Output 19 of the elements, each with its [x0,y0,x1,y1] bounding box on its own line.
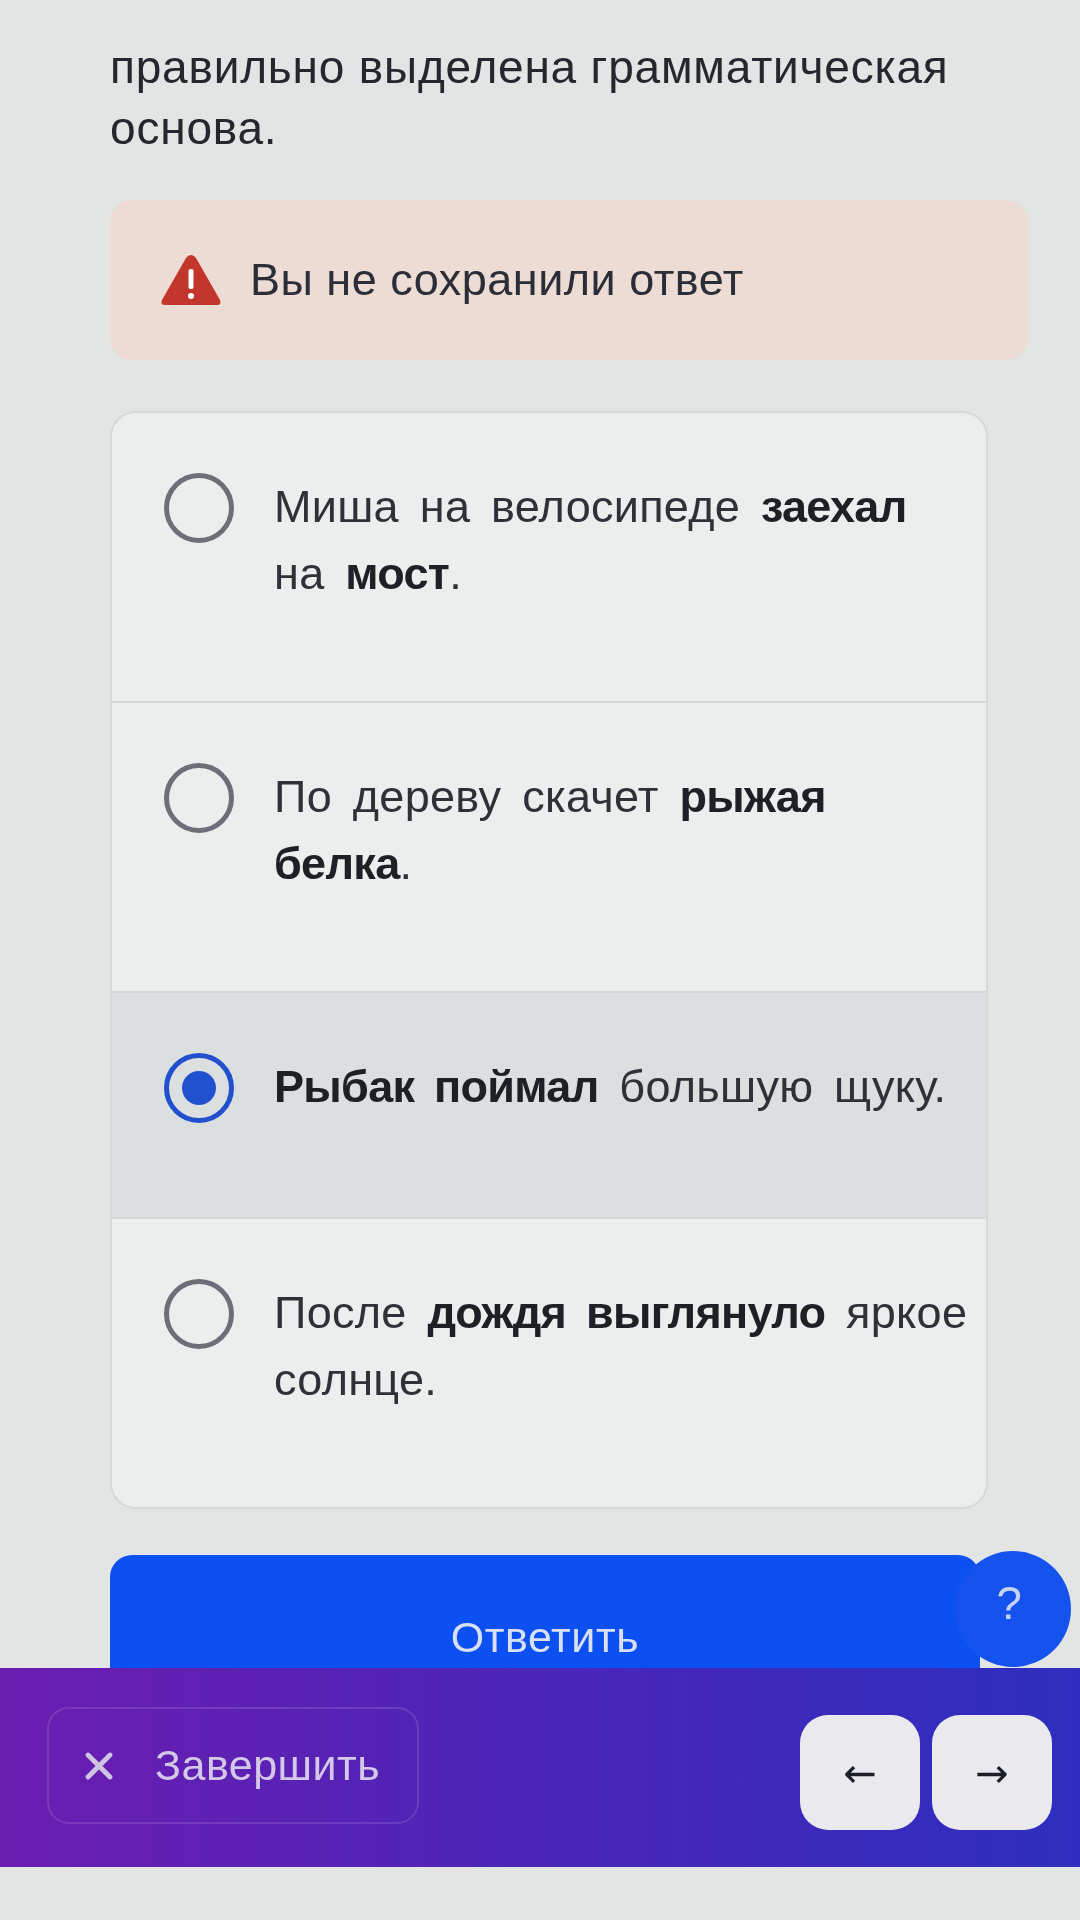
option-text: По дереву скачет рыжая белка. [274,770,827,891]
alert-text: Вы не сохранили ответ [250,254,744,306]
option-text: После дождя выглянуло яркое солнце. [274,1286,969,1407]
previous-button[interactable]: ← [800,1715,920,1830]
warning-icon [160,253,222,307]
option-row[interactable]: После дождя выглянуло яркое солнце. [112,1217,986,1507]
radio-button[interactable] [164,1053,234,1123]
option-text: Рыбак поймал большую щуку. [274,1060,948,1114]
help-button[interactable]: ? [955,1551,1071,1667]
radio-button[interactable] [164,1279,234,1349]
option-row[interactable]: Рыбак поймал большую щуку. [112,991,986,1217]
radio-button[interactable] [164,763,234,833]
finish-button[interactable]: Завершить [47,1707,419,1824]
next-button[interactable]: → [932,1715,1052,1830]
question-text: правильно выделена грамматическая основа. [110,40,950,156]
option-text: Миша на велосипеде заехал на мост. [274,480,908,601]
answer-button[interactable]: Ответить [110,1555,980,1668]
radio-button[interactable] [164,473,234,543]
option-row[interactable]: Миша на велосипеде заехал на мост. [112,413,986,701]
